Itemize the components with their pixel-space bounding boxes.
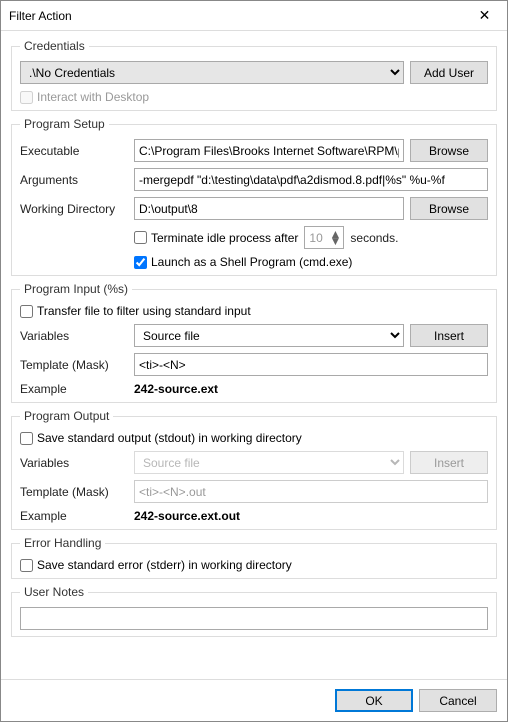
output-template-label: Template (Mask) [20,485,128,499]
save-stderr-input[interactable] [20,559,33,572]
save-stderr-label: Save standard error (stderr) in working … [37,558,292,572]
save-stderr-checkbox[interactable]: Save standard error (stderr) in working … [20,558,292,572]
output-insert-button: Insert [410,451,488,474]
user-notes-legend: User Notes [20,585,88,599]
save-stdout-checkbox[interactable]: Save standard output (stdout) in working… [20,431,302,445]
save-stdout-input[interactable] [20,432,33,445]
program-input-legend: Program Input (%s) [20,282,132,296]
ok-button[interactable]: OK [335,689,413,712]
terminate-label: Terminate idle process after [151,231,298,245]
input-example-label: Example [20,382,128,396]
dialog-footer: OK Cancel [1,679,507,721]
user-notes-input[interactable] [20,607,488,630]
executable-label: Executable [20,144,128,158]
terminate-seconds-spinner[interactable]: 10 ▲▼ [304,226,344,249]
program-setup-legend: Program Setup [20,117,109,131]
transfer-file-input[interactable] [20,305,33,318]
program-input-group: Program Input (%s) Transfer file to filt… [11,282,497,403]
input-insert-button[interactable]: Insert [410,324,488,347]
output-template-input [134,480,488,503]
working-dir-label: Working Directory [20,202,128,216]
executable-browse-button[interactable]: Browse [410,139,488,162]
save-stdout-label: Save standard output (stdout) in working… [37,431,302,445]
terminate-checkbox[interactable]: Terminate idle process after [134,231,298,245]
interact-desktop-label: Interact with Desktop [37,90,149,104]
dialog-content: Credentials .\No Credentials Add User In… [1,31,507,679]
transfer-file-checkbox[interactable]: Transfer file to filter using standard i… [20,304,251,318]
executable-input[interactable] [134,139,404,162]
input-variables-label: Variables [20,329,128,343]
output-variables-select: Source file [134,451,404,474]
program-output-group: Program Output Save standard output (std… [11,409,497,530]
program-setup-group: Program Setup Executable Browse Argument… [11,117,497,276]
input-example-value: 242-source.ext [134,382,218,396]
interact-desktop-checkbox: Interact with Desktop [20,90,149,104]
window-title: Filter Action [9,9,462,23]
spinner-arrows-icon[interactable]: ▲▼ [330,231,344,245]
arguments-label: Arguments [20,173,128,187]
interact-desktop-input [20,91,33,104]
output-variables-label: Variables [20,456,128,470]
input-template-label: Template (Mask) [20,358,128,372]
working-dir-browse-button[interactable]: Browse [410,197,488,220]
input-template-input[interactable] [134,353,488,376]
working-dir-input[interactable] [134,197,404,220]
terminate-seconds-value: 10 [309,231,322,245]
terminate-checkbox-input[interactable] [134,231,147,244]
error-handling-legend: Error Handling [20,536,105,550]
launch-shell-label: Launch as a Shell Program (cmd.exe) [151,255,352,269]
output-example-value: 242-source.ext.out [134,509,240,523]
user-notes-group: User Notes [11,585,497,637]
arguments-input[interactable] [134,168,488,191]
input-variables-select[interactable]: Source file [134,324,404,347]
credentials-legend: Credentials [20,39,89,53]
error-handling-group: Error Handling Save standard error (stde… [11,536,497,579]
launch-shell-input[interactable] [134,256,147,269]
output-example-label: Example [20,509,128,523]
seconds-label: seconds. [350,231,398,245]
transfer-file-label: Transfer file to filter using standard i… [37,304,251,318]
close-icon[interactable]: ✕ [462,1,507,30]
add-user-button[interactable]: Add User [410,61,488,84]
titlebar: Filter Action ✕ [1,1,507,31]
credentials-select[interactable]: .\No Credentials [20,61,404,84]
credentials-group: Credentials .\No Credentials Add User In… [11,39,497,111]
program-output-legend: Program Output [20,409,113,423]
cancel-button[interactable]: Cancel [419,689,497,712]
launch-shell-checkbox[interactable]: Launch as a Shell Program (cmd.exe) [134,255,352,269]
